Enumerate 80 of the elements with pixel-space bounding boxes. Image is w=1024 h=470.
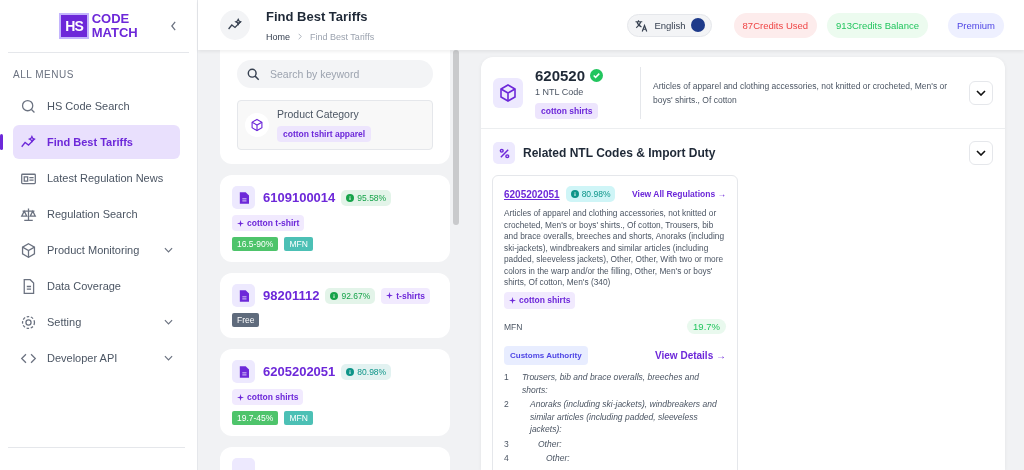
chevron-right-icon [298, 33, 302, 40]
scrollbar[interactable] [453, 50, 459, 225]
match-score: 80.98% [565, 186, 616, 202]
menu-icon [20, 97, 37, 115]
hierarchy-text: Other: [546, 453, 570, 463]
line-number: 2 [504, 398, 510, 411]
logo-text: CODE MATCH [91, 12, 138, 40]
result-card[interactable]: 6205202051 80.98% cotton shirts 19.7-45% MFN [220, 349, 450, 436]
duty-rate: 19.7% [687, 319, 726, 334]
view-all-regulations-link[interactable]: View All Regulations → [632, 189, 726, 199]
menu-item[interactable]: HS Code Search [13, 89, 180, 123]
box-icon [493, 78, 523, 108]
flag-icon [690, 18, 705, 32]
hierarchy-text: Other: [538, 438, 562, 449]
sparkle-icon [237, 219, 244, 227]
tariff-tag: Free [232, 313, 260, 327]
menu-item[interactable]: Developer API [13, 341, 180, 375]
result-card[interactable]: 98201112 92.67% t-shirts Free [220, 273, 450, 338]
section-title: Related NTL Codes & Import Duty [523, 146, 716, 160]
menu-heading: ALL MENUS [13, 69, 75, 80]
match-score: 80.98% [341, 363, 392, 380]
line-number: 1 [504, 371, 510, 384]
menu-item[interactable]: Latest Regulation News [13, 161, 180, 195]
ntl-description: Articles of apparel and clothing accessories, not knitted or crocheted, Men's or boys' shirts., Of cotton, Trousers, bib and brace overalls, breeches and shorts, Anoraks (including ski-jackets), windbreakers and similar articles (including padded, sleeveless jackets), Other, Other, With two or more colors in the warp and/or the filling, Other, Men's or boys' shirts, Of cotton, Men's (340) [504, 208, 725, 289]
active-indicator [0, 134, 3, 150]
hierarchy-text: Anoraks (including ski-jackets), windbreakers and similar articles (including padded, sleeveless jackets): [530, 399, 717, 434]
info-icon [570, 190, 579, 198]
credits-used-badge: 87Credits Used [733, 12, 818, 38]
result-card[interactable]: 6109100014 95.58% cotton t-shirt 16.5-90% MFN [220, 175, 450, 262]
keyword-tag: cotton shirts [535, 103, 599, 119]
tariff-tag: 19.7-45% [232, 411, 279, 425]
chevron-down-icon [164, 319, 173, 325]
chevron-down-icon [164, 247, 173, 253]
line-number: 3 [504, 437, 510, 450]
hierarchy-text: Trousers, bib and brace overalls, breeches and shorts: [522, 372, 700, 395]
match-score: 95.58% [341, 189, 392, 206]
expand-button[interactable] [969, 81, 993, 105]
search-field[interactable]: Search by keyword [237, 60, 433, 88]
ntl-count: 1 NTL Code [535, 87, 585, 97]
sparkle-icon [386, 292, 394, 299]
duty-label: MFN [504, 321, 523, 332]
menu-item[interactable]: Setting [13, 305, 180, 339]
hs-code: 98201112 [263, 288, 320, 303]
sparkle-icon [237, 393, 244, 401]
tariff-tag: MFN [284, 411, 313, 425]
tariff-tag: 16.5-90% [232, 237, 279, 251]
page-title: Find Best Tariffs [266, 8, 369, 24]
menu-item[interactable]: Data Coverage [13, 269, 180, 303]
credits-balance-badge: 913Credits Balance [827, 12, 928, 38]
box-icon [245, 113, 269, 137]
percent-icon [493, 142, 515, 164]
logo-mark: HS [59, 13, 89, 39]
breadcrumb-current: Find Best Tariffs [310, 31, 375, 42]
sparkle-icon [509, 296, 516, 304]
chevron-down-icon [164, 355, 173, 361]
chevron-down-icon [976, 90, 986, 96]
premium-button[interactable]: Premium [948, 12, 1004, 38]
expand-button[interactable] [969, 141, 993, 165]
breadcrumb-link[interactable]: Home [266, 31, 290, 42]
chevron-down-icon [976, 150, 986, 156]
category-tag: cotton tshirt apparel [277, 126, 372, 142]
ntl-code-link[interactable]: 6205202051 [504, 188, 560, 200]
translate-icon [634, 17, 650, 33]
hs-description: Articles of apparel and clothing accessories, not knitted or crocheted, Men's or boys' shirts., Of cotton [653, 80, 949, 107]
menu-icon [20, 313, 37, 331]
tariff-tag: MFN [284, 237, 313, 251]
menu-icon [20, 241, 37, 259]
trend-icon [220, 10, 250, 40]
hs-code: 620520 [535, 67, 586, 84]
menu-item[interactable]: Regulation Search [13, 197, 180, 231]
menu-item[interactable]: Product Monitoring [13, 233, 180, 267]
hs-code: 6205202051 [263, 364, 336, 379]
line-number: 4 [504, 452, 510, 465]
category-label: Product Category [277, 108, 360, 120]
language-button[interactable]: English [627, 13, 712, 37]
authority-badge: Customs Authority [504, 346, 588, 365]
hs-code: 6109100014 [263, 190, 336, 205]
view-details-link[interactable]: View Details → [655, 350, 726, 361]
match-score: 92.67% [325, 287, 376, 304]
collapse-icon[interactable] [170, 21, 177, 31]
